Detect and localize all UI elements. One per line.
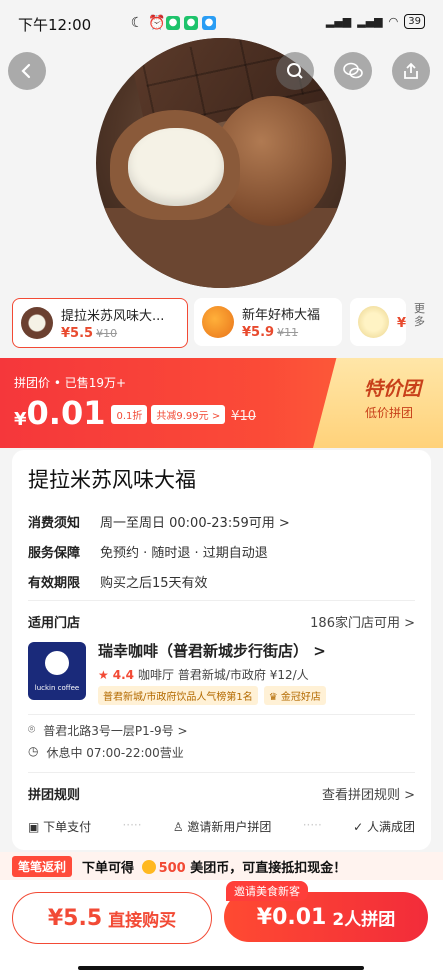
original-price: ¥10 [231,409,257,424]
store-name-link[interactable]: 瑞幸咖啡（普君新城步行街店） > [98,640,326,661]
buy-label: 直接购买 [108,910,177,931]
wechat-icon [343,62,363,79]
group-rules-title: 拼团规则 [28,788,81,803]
store-tags: 普君新城/市政府饮品人气榜第1名 ♛ 金冠好店 [98,686,326,705]
thumb-image [358,306,389,338]
info-row-notice[interactable]: 消费须知 周一至周日 00:00-23:59可用 > [28,512,290,531]
rebate-badge: 笔笔返利 [12,855,73,877]
group-rules-link[interactable]: 查看拼团规则 > [322,784,415,803]
group-label: 2人拼团 [332,909,396,930]
payment-icon: ▣ [28,820,40,834]
divider [28,600,415,601]
product-card: 提拉米苏风味大福 消费须知 周一至周日 00:00-23:59可用 > 服务保障… [12,450,431,850]
clock-icon: ◷ [28,744,39,758]
battery-icon: 39 [404,14,425,29]
daifuku-cut-image [110,110,240,220]
search-button[interactable] [276,52,314,90]
discount-badge: 0.1折 [111,405,148,424]
search-icon [287,63,303,79]
back-button[interactable] [8,52,46,90]
thumb-item-2[interactable]: 新年好柿大福 ¥5.9 ¥11 [194,298,342,346]
thumb-image [202,306,234,338]
alarm-icon: ⏰ [148,15,166,31]
deer-logo-icon [45,651,69,675]
thumb-title: 提拉米苏风味大... [61,309,165,324]
ribbon-title: 特价团 [363,378,421,400]
stores-title: 适用门店 [28,616,81,631]
gold-store-tag: ♛ 金冠好店 [263,686,326,705]
rebate-bar: 笔笔返利 下单可得 500 美团币，可直接抵扣现金！ [0,852,443,880]
share-button[interactable] [392,52,430,90]
ribbon-subtitle: 低价拼团 [364,406,413,420]
check-icon: ✓ [353,820,364,834]
bottom-action-bar: ¥5.5 直接购买 ¥0.01 2人拼团 邀请美食新客 [0,880,443,974]
chevron-left-icon [21,63,31,79]
store-address-link[interactable]: ⌾ 普君北路3号一层P1-9号 > [28,722,188,739]
store-meta-text: 咖啡厅 普君新城/市政府 ¥12/人 [138,668,309,682]
special-ribbon: 特价团 低价拼团 [313,358,443,448]
step-dots: ····· [122,818,142,832]
thumb-price: ¥5.9 ¥11 [242,325,299,340]
store-logo: luckin coffee [28,642,86,700]
thumb-price: ¥ [396,315,406,331]
invite-tip: 邀请美食新客 [226,881,308,901]
product-title: 提拉米苏风味大福 [28,468,196,492]
status-time: 下午12:00 [18,16,92,34]
coin-icon [141,859,156,874]
store-hours: ◷ 休息中 07:00-22:00营业 [28,744,184,760]
thumb-item-3[interactable]: ¥ [350,298,406,346]
store-meta: ★ 4.4 咖啡厅 普君新城/市政府 ¥12/人 [98,666,309,683]
star-icon: ★ [98,667,109,682]
crown-icon: ♛ [268,692,278,703]
info-row-validity: 有效期限 购买之后15天有效 [28,576,208,591]
user-icon: ♙ [172,820,184,834]
plate-image [96,208,346,288]
step-invite: ♙ 邀请新用户拼团 [172,820,272,834]
thumb-price: ¥5.5 ¥10 [61,326,118,341]
share-icon [404,62,418,79]
app-icon: ● [184,16,198,30]
more-thumbs-button[interactable]: 更多 [414,302,428,328]
group-price-label: 拼团价 • 已售19万+ [14,376,127,390]
stores-count-link[interactable]: 186家门店可用 > [310,612,415,631]
buy-price: ¥5.5 [47,905,103,931]
step-complete: ✓ 人满成团 [353,820,415,834]
buy-now-button[interactable]: ¥5.5 直接购买 [12,892,212,944]
group-price: ¥0.01 [256,904,327,930]
cloud-app-icon: ● [202,16,216,30]
status-right: ▂▄▆ ▂▄▆ ◠ 39 [326,14,425,29]
wechat-share-button[interactable] [334,52,372,90]
info-row-guarantee: 服务保障 免预约 · 随时退 · 过期自动退 [28,546,268,561]
group-steps: ▣ 下单支付 ····· ♙ 邀请新用户拼团 ····· ✓ 人满成团 [28,818,415,835]
step-dots: ····· [302,818,322,832]
group-price: ¥ 0.01 0.1折 共减9.99元 > ¥10 [14,394,257,432]
saving-badge[interactable]: 共减9.99元 > [151,405,226,424]
divider [28,714,415,715]
thumb-item-1[interactable]: 提拉米苏风味大... ¥5.5 ¥10 [12,298,188,348]
home-indicator [78,966,364,970]
location-pin-icon: ⌾ [28,722,36,736]
moon-icon: ☾ [130,15,144,31]
signal-icon: ▂▄▆ [325,15,352,28]
thumb-image [21,307,53,339]
status-notification-icons: ☾ ⏰ ● ● ● [130,16,216,30]
divider [28,772,415,773]
wechat-app-icon: ● [166,16,180,30]
wifi-icon: ◠ [388,15,399,28]
signal-icon-2: ▂▄▆ [357,15,383,28]
price-banner: 拼团价 • 已售19万+ ¥ 0.01 0.1折 共减9.99元 > ¥10 特… [0,358,443,448]
step-pay: ▣ 下单支付 [28,820,92,834]
rebate-text: 下单可得 500 美团币，可直接抵扣现金！ [82,859,347,876]
rank-tag: 普君新城/市政府饮品人气榜第1名 [98,686,258,705]
thumb-title: 新年好柿大福 [242,308,321,323]
store-rating: 4.4 [112,667,135,682]
